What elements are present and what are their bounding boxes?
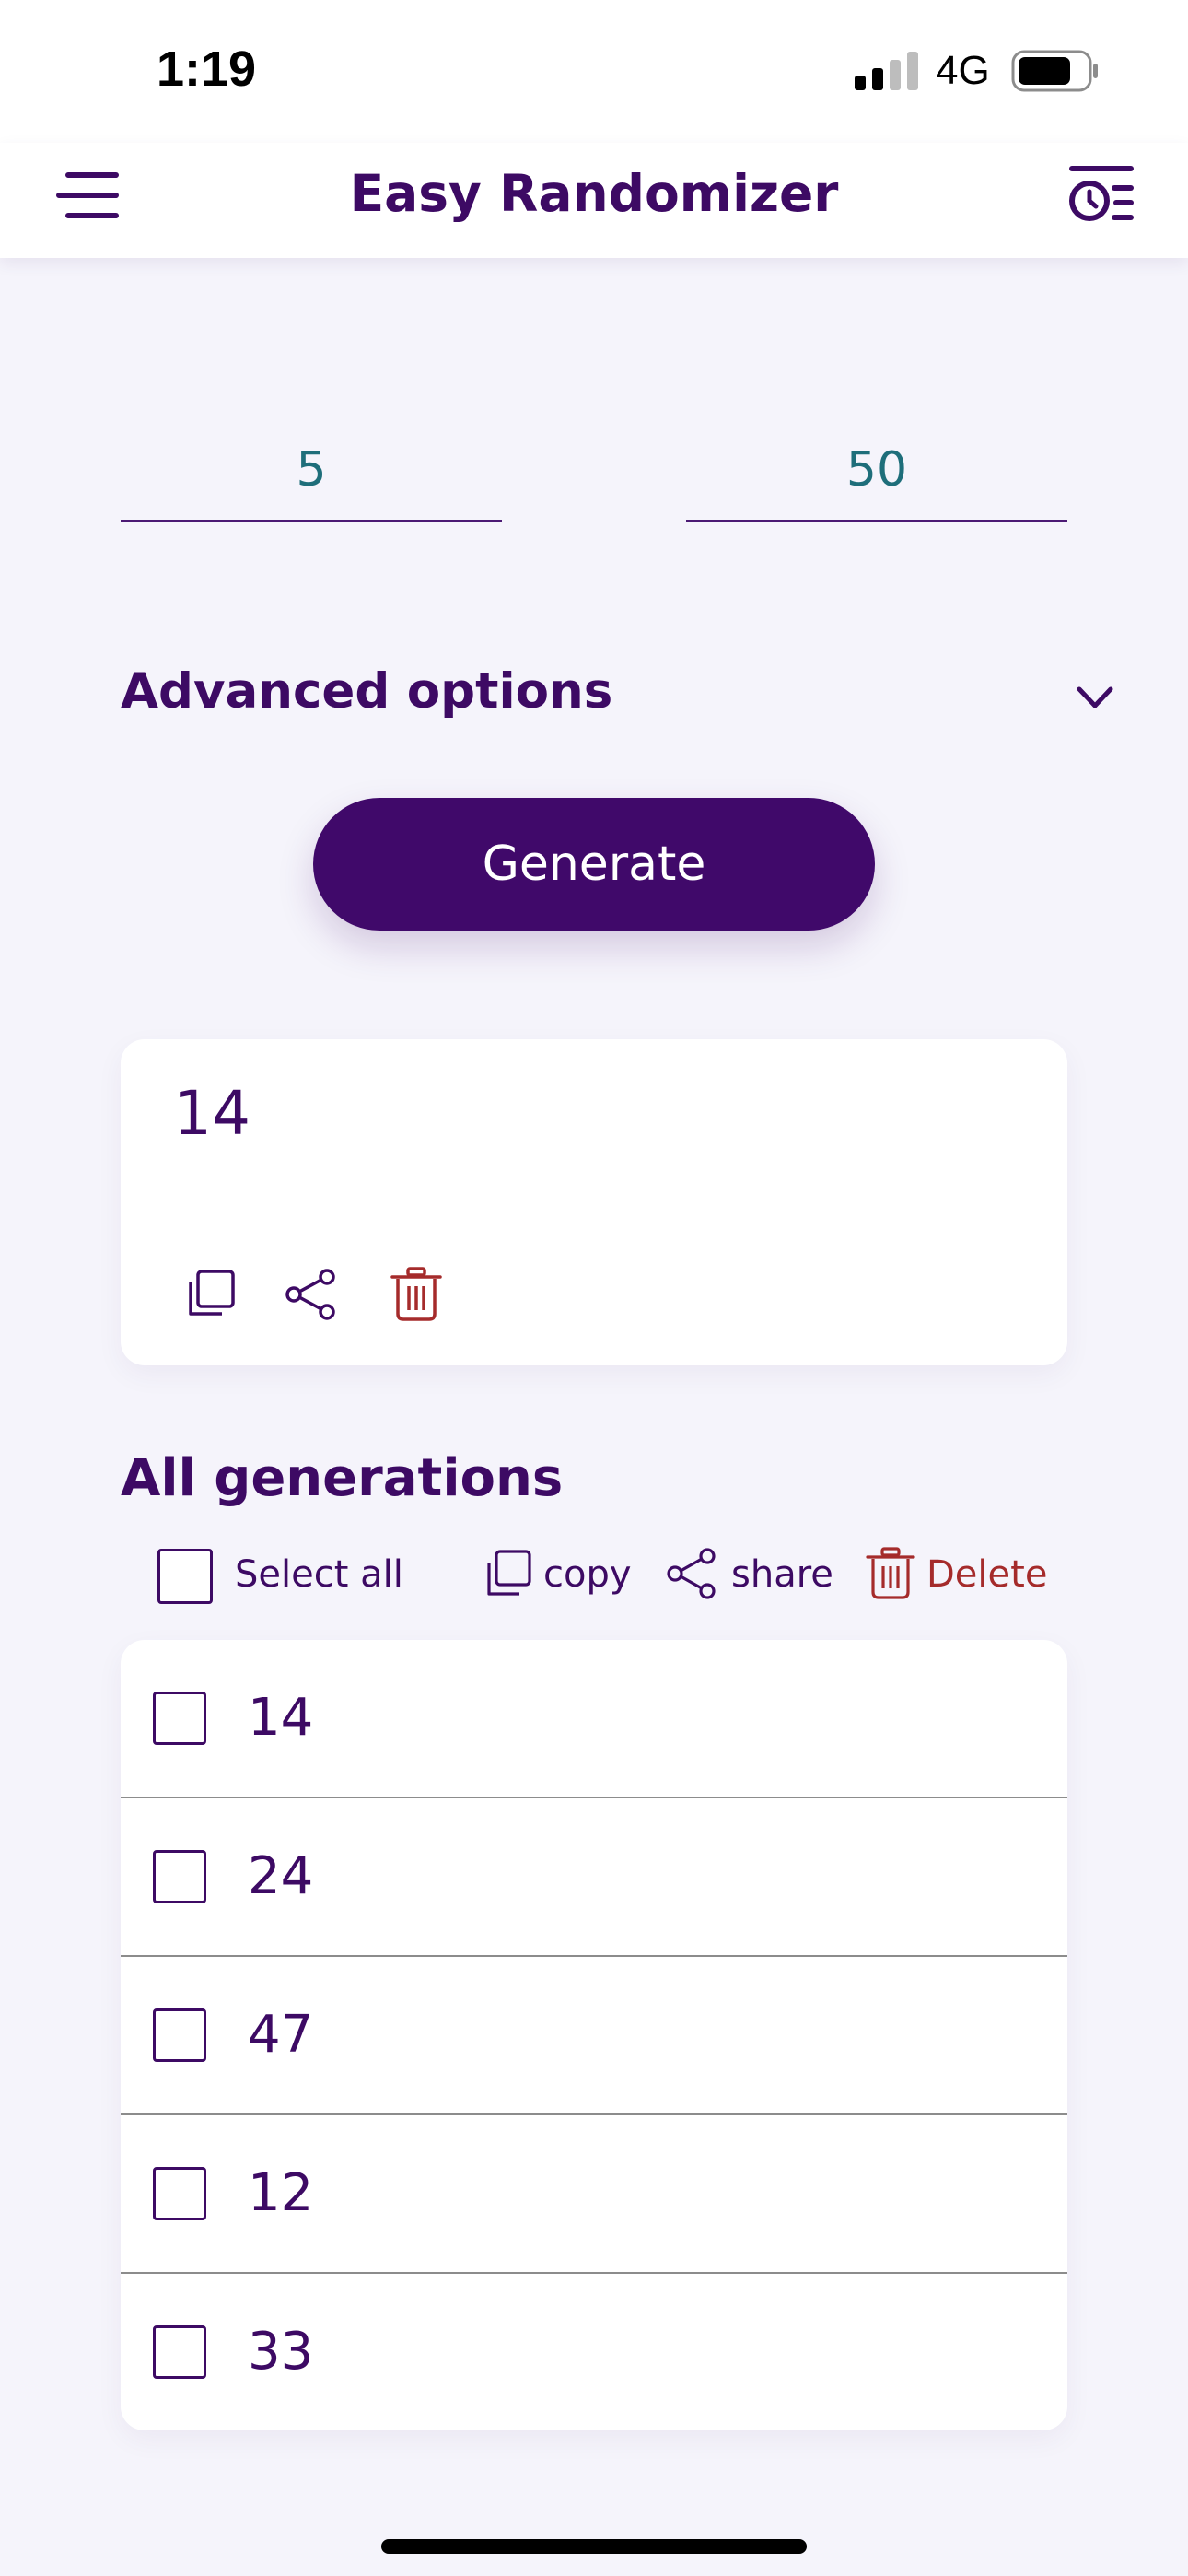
generation-value: 12	[248, 2163, 314, 2223]
max-value-input[interactable]	[686, 419, 1067, 522]
network-type: 4G	[936, 48, 990, 93]
cellular-signal-icon	[855, 52, 918, 90]
history-list-icon[interactable]	[1066, 164, 1135, 225]
row-checkbox[interactable]	[153, 1850, 206, 1903]
chevron-down-icon[interactable]	[1076, 684, 1114, 711]
generation-row[interactable]: 12	[121, 2115, 1067, 2274]
status-time: 1:19	[157, 41, 257, 97]
select-all-checkbox[interactable]	[157, 1549, 213, 1604]
row-checkbox[interactable]	[153, 2167, 206, 2220]
home-indicator[interactable]	[381, 2539, 807, 2554]
select-all-label[interactable]: Select all	[235, 1553, 403, 1596]
copy-icon[interactable]	[181, 1266, 239, 1323]
app-title: Easy Randomizer	[349, 164, 839, 223]
delete-all-button[interactable]: Delete	[926, 1553, 1047, 1596]
result-value: 14	[173, 1078, 250, 1149]
generation-value: 47	[248, 2005, 314, 2065]
generation-row[interactable]: 14	[121, 1640, 1067, 1798]
generation-row[interactable]: 47	[121, 1957, 1067, 2115]
share-icon[interactable]	[665, 1546, 718, 1601]
share-icon[interactable]	[283, 1266, 340, 1323]
all-generations-title: All generations	[121, 1448, 564, 1508]
row-checkbox[interactable]	[153, 2325, 206, 2379]
generation-value: 33	[248, 2322, 314, 2382]
generation-value: 24	[248, 1846, 314, 1906]
generation-row[interactable]: 24	[121, 1798, 1067, 1957]
advanced-options-toggle[interactable]: Advanced options	[121, 663, 612, 720]
generations-list: 14 24 47 12 33	[121, 1640, 1067, 2430]
row-checkbox[interactable]	[153, 2008, 206, 2062]
row-checkbox[interactable]	[153, 1692, 206, 1745]
trash-icon[interactable]	[388, 1266, 445, 1323]
min-value-input[interactable]	[121, 419, 502, 522]
generate-button[interactable]: Generate	[313, 798, 875, 931]
battery-icon	[1011, 50, 1098, 92]
share-all-button[interactable]: share	[731, 1553, 833, 1596]
copy-all-button[interactable]: copy	[543, 1553, 632, 1596]
generation-value: 14	[248, 1688, 314, 1748]
trash-icon[interactable]	[864, 1546, 917, 1601]
generation-row[interactable]: 33	[121, 2274, 1067, 2430]
result-card: 14	[121, 1039, 1067, 1365]
copy-icon[interactable]	[481, 1546, 534, 1601]
